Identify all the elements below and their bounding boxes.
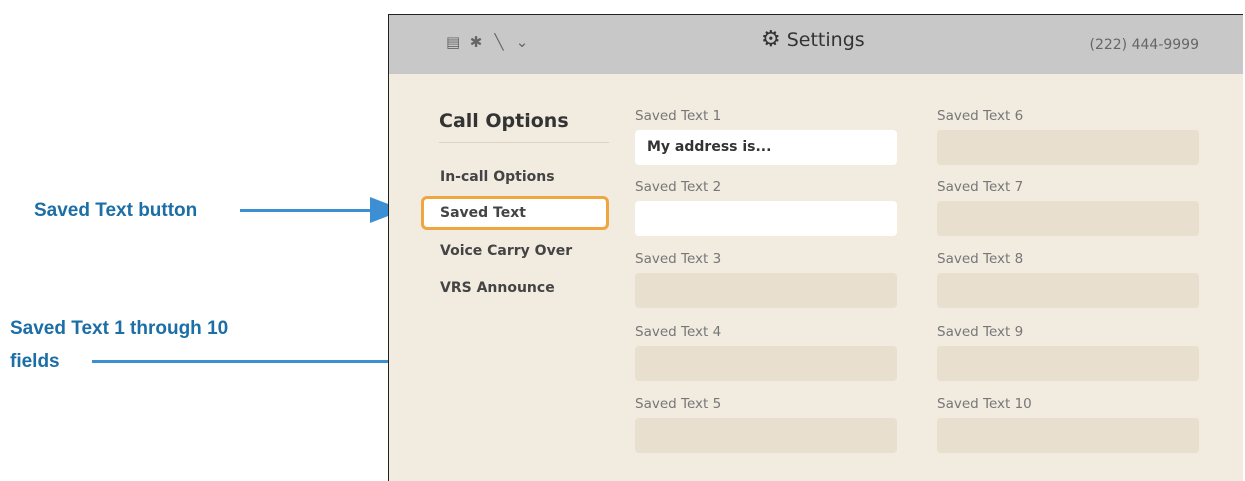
network-off-icon: ╲ — [494, 33, 504, 51]
saved-text-10-label: Saved Text 10 — [937, 396, 1032, 412]
annotation-fields-line2: fields — [10, 351, 60, 372]
status-icons: ▤ ✱ ╲ ⌄ — [446, 33, 529, 51]
page-title: ⚙ Settings — [761, 27, 865, 52]
saved-text-5-field[interactable] — [635, 418, 897, 453]
sidebar-item-voice-carry-over[interactable]: Voice Carry Over — [421, 234, 609, 268]
saved-text-8-field[interactable] — [937, 273, 1199, 308]
saved-text-4-field[interactable] — [635, 346, 897, 381]
saved-text-7-label: Saved Text 7 — [937, 179, 1024, 195]
annotation-saved-text-button: Saved Text button — [34, 200, 198, 221]
saved-text-3-label: Saved Text 3 — [635, 251, 722, 267]
device-screen: ▤ ✱ ╲ ⌄ ⚙ Settings (222) 444-9999 Call O… — [388, 14, 1243, 481]
monitor-icon: ▤ — [446, 33, 461, 51]
saved-text-2-field[interactable] — [635, 201, 897, 236]
sidebar-item-vrs-announce[interactable]: VRS Announce — [421, 271, 609, 305]
saved-text-6-label: Saved Text 6 — [937, 108, 1024, 124]
annotation-fields-line1: Saved Text 1 through 10 — [10, 318, 229, 339]
saved-text-6-field[interactable] — [937, 130, 1199, 165]
saved-text-2-label: Saved Text 2 — [635, 179, 722, 195]
sidebar-title: Call Options — [439, 110, 569, 132]
gear-icon: ⚙ — [761, 27, 781, 52]
sidebar-divider — [439, 142, 609, 143]
saved-text-7-field[interactable] — [937, 201, 1199, 236]
annotation-arrow-1 — [240, 209, 378, 212]
mic-muted-icon: ⌄ — [515, 33, 529, 51]
sidebar-item-in-call-options[interactable]: In-call Options — [421, 160, 609, 194]
saved-text-8-label: Saved Text 8 — [937, 251, 1024, 267]
header-bar: ▤ ✱ ╲ ⌄ ⚙ Settings (222) 444-9999 — [389, 15, 1243, 74]
saved-text-1-field[interactable]: My address is... — [635, 130, 897, 165]
saved-text-5-label: Saved Text 5 — [635, 396, 722, 412]
saved-text-4-label: Saved Text 4 — [635, 324, 722, 340]
saved-text-3-field[interactable] — [635, 273, 897, 308]
saved-text-10-field[interactable] — [937, 418, 1199, 453]
phone-number: (222) 444-9999 — [1089, 37, 1200, 53]
bluetooth-icon: ✱ — [469, 33, 483, 51]
saved-text-1-label: Saved Text 1 — [635, 108, 722, 124]
sidebar-item-saved-text[interactable]: Saved Text — [421, 196, 609, 230]
saved-text-9-label: Saved Text 9 — [937, 324, 1024, 340]
saved-text-9-field[interactable] — [937, 346, 1199, 381]
